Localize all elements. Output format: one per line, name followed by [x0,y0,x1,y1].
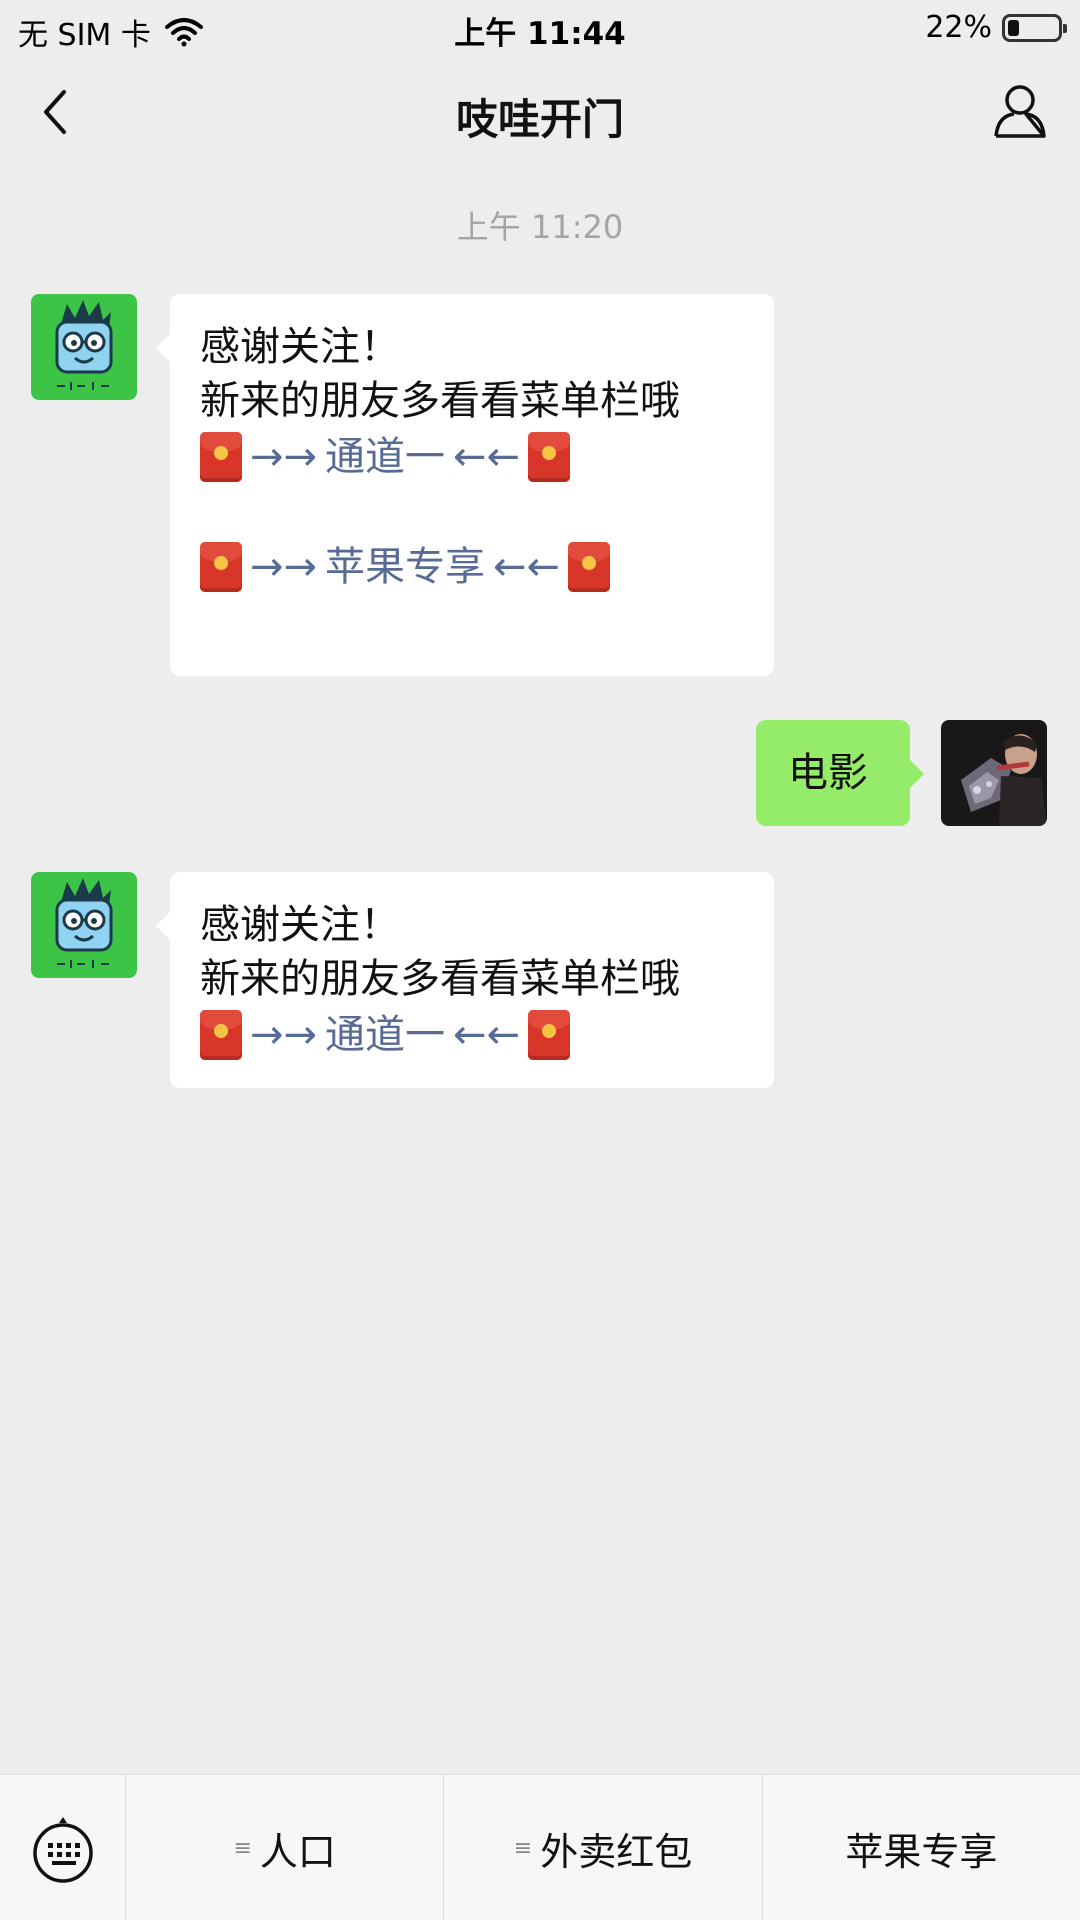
chat-title: 吱哇开门 [455,95,624,144]
menu-item-label: 人口 [259,1829,336,1874]
message-bubble-incoming[interactable]: 感谢关注！ 新来的朋友多看看菜单栏哦 →→ 通道一 ←← [156,872,774,1088]
message-bubble-incoming[interactable]: 感谢关注！ 新来的朋友多看看菜单栏哦 →→ 通道一 ←← →→ 苹果专享 ←← [156,294,774,676]
message-text: 感谢关注！ [200,324,400,370]
message-text: 电影 [788,750,868,796]
status-right: 22% [925,10,1067,45]
official-account-avatar[interactable] [31,872,137,978]
submenu-icon: ≡ [233,1835,252,1861]
submenu-icon: ≡ [513,1835,533,1861]
battery-icon [1002,13,1067,42]
keyboard-toggle-button[interactable] [0,1775,126,1920]
person-icon [994,85,1046,138]
official-account-avatar[interactable] [31,294,137,400]
channel-link-row[interactable]: →→ 通道一 ←← [200,1008,744,1062]
message-text: 感谢关注！ [200,902,400,948]
battery-percentage: 22% [925,10,992,45]
battery-fill [1008,19,1019,36]
message-text: 新来的朋友多看看菜单栏哦 [200,378,680,424]
left-arrows: ←← [453,1012,521,1058]
menu-item-entrance[interactable]: ≡ 人口 [126,1775,445,1920]
right-arrows: →→ [250,434,318,480]
cartoon-boy-logo [31,294,137,400]
left-arrows: ←← [453,434,521,480]
message-timestamp: 上午 11:20 [456,208,624,246]
left-arrows: ←← [493,544,561,590]
message-text: 新来的朋友多看看菜单栏哦 [200,956,680,1002]
cartoon-boy-logo [31,872,137,978]
user-photo [941,720,1047,826]
status-time: 上午 11:44 [454,16,626,52]
apple-exclusive-link-row[interactable]: →→ 苹果专享 ←← [200,540,744,594]
user-avatar[interactable] [941,720,1047,826]
red-envelope-icon [200,1010,242,1060]
bottom-menu-bar: ≡ 人口 ≡ 外卖红包 苹果专享 [0,1774,1080,1920]
red-envelope-icon [200,542,242,592]
menu-item-takeout-red-envelope[interactable]: ≡ 外卖红包 [444,1775,763,1920]
menu-item-label: 苹果专享 [845,1829,998,1874]
red-envelope-icon [528,1010,571,1060]
red-envelope-icon [528,432,571,482]
status-bar: 无 SIM 卡 上午 11:44 22% [0,0,1080,56]
red-envelope-icon [200,432,242,482]
apple-exclusive-link[interactable]: 苹果专享 [325,540,485,594]
menu-item-label: 外卖红包 [540,1829,693,1874]
right-arrows: →→ [250,544,318,590]
message-bubble-outgoing[interactable]: 电影 [756,720,924,826]
right-arrows: →→ [250,1012,318,1058]
keyboard-icon [33,1817,93,1883]
channel-one-link[interactable]: 通道一 [325,430,445,484]
menu-item-apple-exclusive[interactable]: 苹果专享 [763,1775,1080,1920]
channel-link-row[interactable]: →→ 通道一 ←← [200,430,744,484]
channel-one-link[interactable]: 通道一 [325,1008,445,1062]
red-envelope-icon [568,542,611,592]
profile-button[interactable] [990,82,1050,142]
nav-bar: 吱哇开门 [0,56,1080,166]
